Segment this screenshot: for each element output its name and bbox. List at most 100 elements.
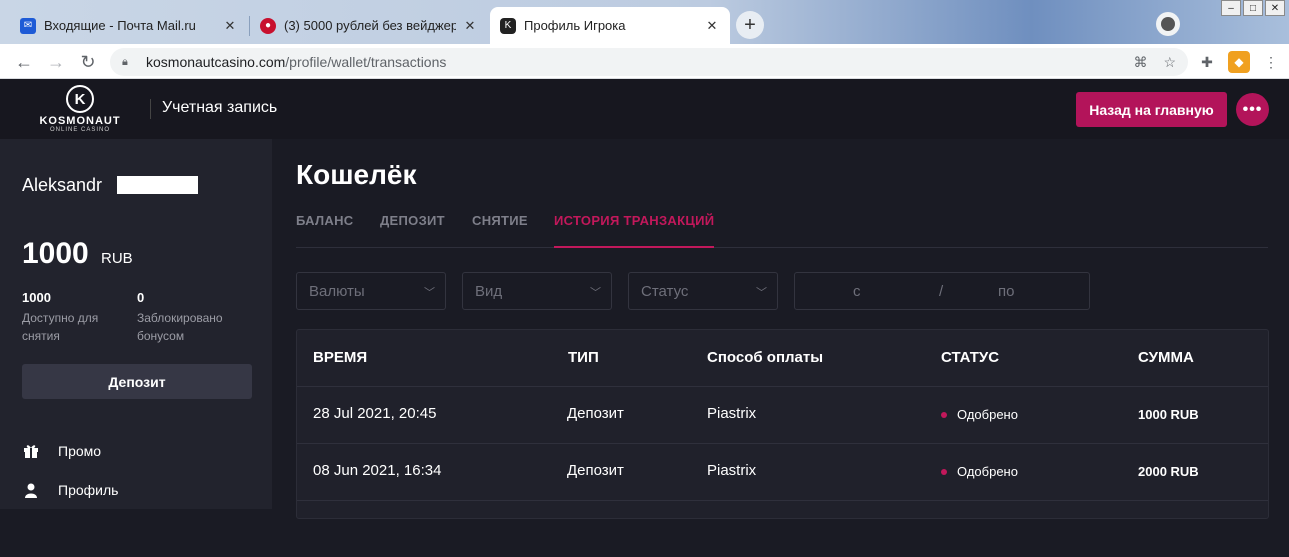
kosmonaut-icon: K — [500, 17, 516, 34]
casino-chip-icon: ● — [260, 17, 276, 34]
tab-search-icon[interactable] — [1156, 12, 1180, 36]
url-path: /profile/wallet/transactions — [285, 54, 447, 70]
user-name: Aleksandr — [22, 175, 103, 195]
status-filter-label: Статус — [641, 282, 689, 300]
lock-icon: 🔒︎ — [122, 56, 128, 68]
maximize-button[interactable]: □ — [1243, 0, 1263, 16]
chevron-down-icon: ﹀ — [756, 287, 767, 299]
site-logo[interactable]: K KOSMONAUT ONLINE CASINO — [30, 85, 130, 135]
reload-icon[interactable]: ↻ — [74, 48, 102, 76]
back-arrow-icon[interactable]: ← — [10, 48, 38, 76]
status-text: Одобрено — [957, 464, 1018, 479]
balance-currency: RUB — [101, 250, 133, 267]
page-title: Кошелёк — [296, 159, 417, 190]
browser-tab-forum[interactable]: ● (3) 5000 рублей без вейджера - ✕ — [250, 7, 488, 44]
new-tab-button[interactable]: + — [736, 11, 764, 39]
locked-value: 0 — [137, 290, 145, 305]
cell-type: Депозит — [567, 405, 624, 422]
forward-arrow-icon[interactable]: → — [42, 48, 70, 76]
column-header-status: СТАТУС — [941, 349, 1000, 366]
status-dot-icon — [941, 411, 947, 418]
url-host: kosmonautcasino.com — [146, 54, 286, 70]
tab-title: Входящие - Почта Mail.ru — [44, 18, 196, 33]
redacted-surname — [117, 176, 198, 194]
locked-stat: 0 Заблокировано бонусом — [137, 290, 237, 345]
column-header-type: ТИП — [568, 349, 599, 366]
cell-time: 08 Jun 2021, 16:34 — [313, 462, 442, 479]
cell-status: Одобрено — [941, 407, 1018, 422]
cell-amount: 2000 RUB — [1138, 464, 1199, 479]
column-header-method: Способ оплаты — [707, 349, 824, 366]
sidebar-item-profile[interactable]: Профиль — [22, 481, 118, 499]
back-to-home-button[interactable]: Назад на главную — [1076, 92, 1227, 127]
column-header-amount: СУММА — [1138, 349, 1194, 366]
currency-filter-label: Валюты — [309, 282, 365, 300]
date-to-field[interactable]: по — [998, 283, 1014, 300]
mail-icon: ✉ — [20, 17, 36, 34]
date-separator: / — [939, 283, 944, 300]
table-row[interactable]: 08 Jun 2021, 16:34 Депозит Piastrix Одоб… — [297, 443, 1268, 500]
tab-transaction-history[interactable]: ИСТОРИЯ ТРАНЗАКЦИЙ — [554, 213, 715, 248]
sidebar-item-promo[interactable]: Промо — [22, 442, 101, 460]
tab-balance[interactable]: БАЛАНС — [296, 213, 353, 248]
cell-time: 28 Jul 2021, 20:45 — [313, 405, 437, 422]
logo-subtitle: ONLINE CASINO — [49, 127, 110, 133]
chevron-down-icon: ﹀ — [424, 287, 435, 299]
locked-label: Заблокировано бонусом — [137, 311, 223, 343]
cell-type: Депозит — [567, 462, 624, 479]
window-controls: – □ ✕ — [1221, 0, 1285, 16]
cell-status: Одобрено — [941, 464, 1018, 479]
wallet-tabs: БАЛАНС ДЕПОЗИТ СНЯТИЕ ИСТОРИЯ ТРАНЗАКЦИЙ — [296, 211, 1268, 248]
chevron-down-icon: ﹀ — [590, 287, 601, 299]
transactions-table: ВРЕМЯ ТИП Способ оплаты СТАТУС СУММА 28 … — [296, 329, 1269, 519]
type-filter[interactable]: Вид ﹀ — [462, 272, 612, 310]
close-icon[interactable]: ✕ — [222, 18, 238, 34]
close-icon[interactable]: ✕ — [462, 18, 478, 34]
date-from-field[interactable]: с — [853, 283, 861, 300]
browser-tab-strip: ✉ Входящие - Почта Mail.ru ✕ ● (3) 5000 … — [0, 0, 1289, 44]
close-icon[interactable]: ✕ — [704, 18, 720, 34]
column-header-time: ВРЕМЯ — [313, 349, 368, 366]
available-value: 1000 — [22, 290, 51, 305]
cell-method: Piastrix — [707, 405, 757, 422]
extension-cube-icon[interactable]: ◆ — [1228, 51, 1250, 73]
extensions-puzzle-icon[interactable]: ✚ — [1196, 51, 1218, 73]
deposit-button[interactable]: Депозит — [22, 364, 252, 399]
tab-title: Профиль Игрока — [524, 18, 626, 33]
user-icon — [22, 481, 40, 499]
currency-filter[interactable]: Валюты ﹀ — [296, 272, 446, 310]
available-stat: 1000 Доступно для снятия — [22, 290, 122, 345]
browser-tab-profile[interactable]: K Профиль Игрока ✕ — [490, 7, 730, 44]
header-title: Учетная запись — [162, 99, 278, 116]
cell-method: Piastrix — [707, 462, 757, 479]
logo-name: KOSMONAUT — [39, 115, 121, 127]
bookmark-star-icon[interactable]: ☆ — [1163, 54, 1176, 71]
close-window-button[interactable]: ✕ — [1265, 0, 1285, 16]
address-bar[interactable]: 🔒︎ kosmonautcasino.com/profile/wallet/tr… — [110, 48, 1188, 76]
type-filter-label: Вид — [475, 282, 503, 300]
kosmonaut-logo-icon: K — [66, 85, 94, 113]
status-filter[interactable]: Статус ﹀ — [628, 272, 778, 310]
translate-icon[interactable]: ⌘ — [1133, 54, 1147, 71]
status-dot-icon — [941, 468, 947, 475]
site-header: K KOSMONAUT ONLINE CASINO Учетная запись… — [0, 79, 1289, 139]
date-range-filter[interactable]: с / по — [794, 272, 1090, 310]
sidebar-item-label: Профиль — [58, 482, 119, 498]
balance-amount: 1000 — [22, 237, 89, 270]
sidebar-item-label: Промо — [58, 443, 102, 459]
cell-amount: 1000 RUB — [1138, 407, 1199, 422]
tab-withdraw[interactable]: СНЯТИЕ — [472, 213, 528, 248]
minimize-button[interactable]: – — [1221, 0, 1241, 16]
more-options-button[interactable]: ••• — [1236, 93, 1269, 126]
account-sidebar: Aleksandr 1000 RUB 1000 Доступно для сня… — [0, 139, 272, 509]
header-divider — [150, 99, 151, 119]
tab-title: (3) 5000 рублей без вейджера - — [284, 18, 456, 33]
available-label: Доступно для снятия — [22, 311, 99, 343]
menu-kebab-icon[interactable]: ⋮ — [1260, 51, 1282, 73]
browser-tab-mail[interactable]: ✉ Входящие - Почта Mail.ru ✕ — [10, 7, 248, 44]
table-row[interactable]: 28 Jul 2021, 20:45 Депозит Piastrix Одоб… — [297, 386, 1268, 443]
tab-deposit[interactable]: ДЕПОЗИТ — [380, 213, 445, 248]
browser-toolbar: ← → ↻ 🔒︎ kosmonautcasino.com/profile/wal… — [0, 44, 1289, 79]
wallet-main: Кошелёк БАЛАНС ДЕПОЗИТ СНЯТИЕ ИСТОРИЯ ТР… — [272, 139, 1289, 519]
status-text: Одобрено — [957, 407, 1018, 422]
